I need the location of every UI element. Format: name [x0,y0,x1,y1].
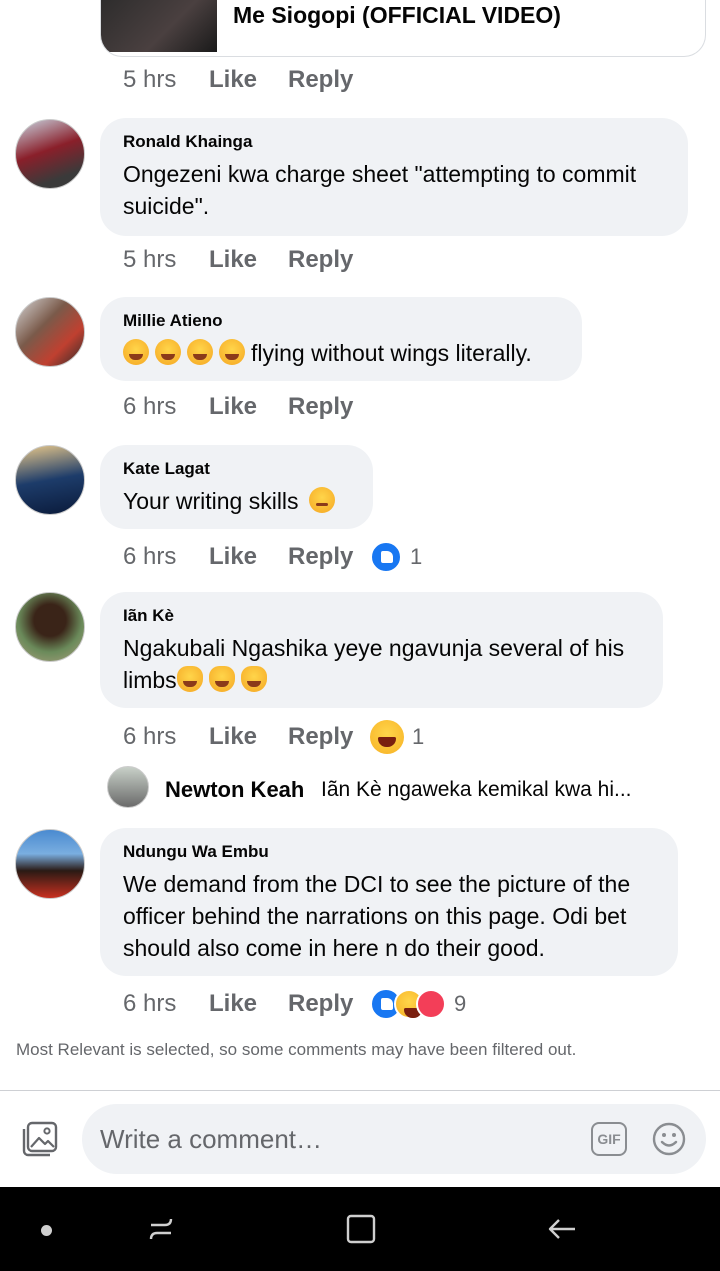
like-button[interactable]: Like [209,393,288,421]
rolling-laughing-emoji [123,339,149,365]
comment-text-line: Ngakubali Ngashika yeye ngavunja several… [123,635,625,661]
like-reaction-icon [370,541,402,573]
like-button[interactable]: Like [209,543,288,571]
filter-note: Most Relevant is selected, so some comme… [16,1040,577,1059]
comment-text-row: Your writing skills [123,485,350,517]
crying-laughing-cat-emoji [208,666,235,692]
comment-bubble: Iãn Kè Ngakubali Ngashika yeye ngavunja … [100,592,663,708]
post-actions: 5 hrs Like Reply [123,66,370,94]
reply-button[interactable]: Reply [288,543,370,571]
shared-link-card[interactable]: Me Siogopi (OFFICIAL VIDEO) [100,0,706,57]
avatar[interactable] [15,592,85,662]
comment-actions: 6 hrs Like Reply 9 [123,988,466,1020]
comment-text: We demand from the DCI to see the pictur… [123,871,631,961]
avatar[interactable] [15,297,85,367]
comment-actions: 5 hrs Like Reply [123,246,370,274]
video-thumbnail[interactable] [101,0,217,52]
reply-button[interactable]: Reply [288,246,370,274]
like-button[interactable]: Like [209,723,288,751]
avatar[interactable] [15,119,85,189]
reaction-summary[interactable]: 9 [370,988,466,1020]
comment-composer: GIF [0,1091,720,1187]
comment-text-row: limbs [123,664,640,696]
crying-laughing-cat-emoji [176,666,203,692]
comment-author[interactable]: Ndungu Wa Embu [123,842,655,862]
comment-actions: 6 hrs Like Reply [123,393,370,421]
comment-bubble: Kate Lagat Your writing skills [100,445,373,529]
haha-reaction-icon [370,720,404,754]
reaction-summary[interactable]: 1 [370,541,422,573]
like-button[interactable]: Like [209,66,288,94]
back-icon[interactable] [545,1211,581,1247]
comment-author[interactable]: Iãn Kè [123,606,640,626]
reply-text: Iãn Kè ngaweka kemikal kwa hi... [321,778,632,801]
comment-time: 5 hrs [123,246,177,273]
like-button[interactable]: Like [209,990,288,1018]
comment-author[interactable]: Ronald Khainga [123,132,665,152]
avatar[interactable] [15,829,85,899]
comment-time: 6 hrs [123,543,177,570]
avatar[interactable] [107,766,149,808]
reply-author[interactable]: Newton Keah [165,777,304,803]
comment-text: limbs [123,667,177,693]
reaction-count: 1 [412,724,425,749]
reaction-count: 9 [454,991,467,1016]
crying-laughing-cat-emoji [240,666,267,692]
comment-text: Ongezeni kwa charge sheet "attempting to… [123,161,637,219]
love-reaction-icon [416,989,446,1019]
comment-time: 6 hrs [123,990,177,1017]
rolling-laughing-emoji [155,339,181,365]
comment-time: 5 hrs [123,66,177,93]
like-button[interactable]: Like [209,246,288,274]
emoji-smile-icon[interactable] [652,1122,686,1156]
rolling-laughing-emoji [219,339,245,365]
comment-bubble: Millie Atieno flying without wings liter… [100,297,582,381]
reply-button[interactable]: Reply [288,990,370,1018]
comment-input[interactable] [100,1104,580,1174]
rolling-laughing-emoji [187,339,213,365]
home-icon[interactable] [343,1211,379,1247]
winking-emoji [308,487,335,513]
comment-author[interactable]: Millie Atieno [123,311,559,331]
comment-input-wrapper: GIF [82,1104,706,1174]
reply-button[interactable]: Reply [288,66,370,94]
comment-text: flying without wings literally. [251,340,532,366]
comment-actions: 6 hrs Like Reply 1 [123,541,422,573]
comment-author[interactable]: Kate Lagat [123,459,350,479]
recent-apps-icon[interactable] [143,1211,179,1247]
reaction-count: 1 [410,544,423,569]
comment-time: 6 hrs [123,723,177,750]
comment-actions: 6 hrs Like Reply 1 [123,720,424,754]
reply-preview[interactable]: Newton Keah Iãn Kè ngaweka kemikal kwa h… [107,766,707,810]
gif-icon[interactable]: GIF [591,1122,627,1156]
comment-text: Your writing skills [123,488,299,514]
reply-button[interactable]: Reply [288,723,370,751]
system-navigation-bar [0,1187,720,1271]
comment-text-row: flying without wings literally. [123,337,559,369]
nav-dot-icon[interactable] [41,1225,52,1236]
photo-icon[interactable] [22,1121,60,1157]
comment-bubble: Ronald Khainga Ongezeni kwa charge sheet… [100,118,688,236]
link-title: Me Siogopi (OFFICIAL VIDEO) [233,2,561,28]
comment-bubble: Ndungu Wa Embu We demand from the DCI to… [100,828,678,976]
reply-button[interactable]: Reply [288,393,370,421]
comment-time: 6 hrs [123,393,177,420]
reaction-summary[interactable]: 1 [370,720,424,754]
avatar[interactable] [15,445,85,515]
